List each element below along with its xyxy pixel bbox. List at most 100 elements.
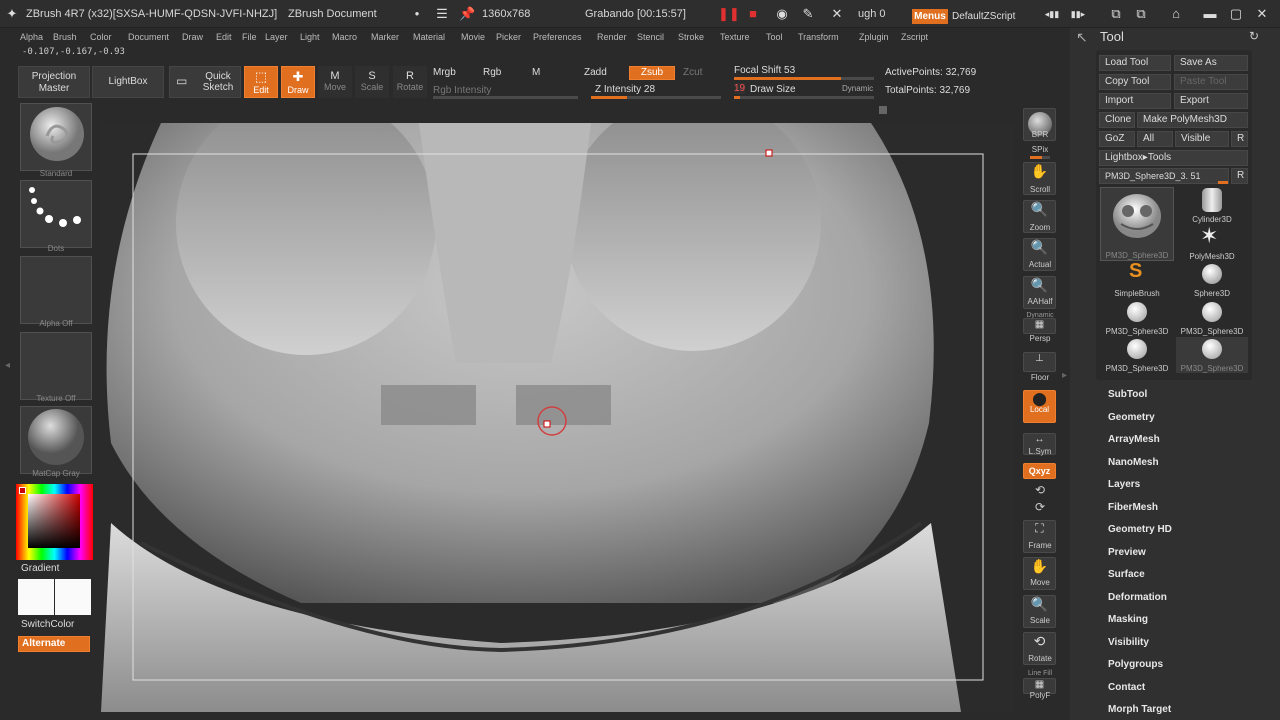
rotate-z-icon[interactable]: ⟳ (1020, 500, 1060, 514)
rotate-button[interactable]: R Rotate (393, 66, 427, 98)
menus-button[interactable]: Menus (912, 9, 948, 24)
close-icon[interactable]: ✕ (1254, 6, 1270, 22)
tool-thumb-pm3d-3[interactable]: PM3D_Sphere3D (1101, 337, 1173, 373)
menu-tool[interactable]: Tool (766, 32, 783, 42)
menu-stencil[interactable]: Stencil (637, 32, 664, 42)
menu-brush[interactable]: Brush (53, 32, 77, 42)
menu-transform[interactable]: Transform (798, 32, 839, 42)
alpha-thumb[interactable] (20, 256, 92, 324)
tool-thumb-polymesh[interactable]: ✶ PolyMesh3D (1176, 223, 1248, 261)
right-scroll-icon[interactable]: ▮▮▸ (1070, 6, 1086, 22)
pin-icon[interactable]: 📌 (459, 6, 475, 22)
layout-icon-1[interactable]: ⧉ (1108, 6, 1124, 22)
main-color-swatch[interactable] (18, 579, 54, 615)
section-polygroups[interactable]: Polygroups (1108, 659, 1163, 670)
rotate-y-icon[interactable]: ⟲ (1020, 483, 1060, 497)
rgb-button[interactable]: Rgb (483, 67, 501, 78)
menu-color[interactable]: Color (90, 32, 112, 42)
menu-layer[interactable]: Layer (265, 32, 288, 42)
section-masking[interactable]: Masking (1108, 614, 1148, 625)
left-collapse-icon[interactable]: ◂ (5, 360, 10, 371)
xyz-button[interactable]: Qxyz (1023, 463, 1056, 479)
layout-icon-2[interactable]: ⧉ (1133, 6, 1149, 22)
m-button[interactable]: M (532, 67, 540, 78)
menu-light[interactable]: Light (300, 32, 320, 42)
close-recording-icon[interactable]: ✕ (829, 6, 845, 22)
tool-thumb-pm3d-1[interactable]: PM3D_Sphere3D (1101, 300, 1173, 336)
minimize-icon[interactable]: ▬ (1202, 6, 1218, 22)
zcut-button[interactable]: Zcut (683, 67, 702, 78)
scroll-handle[interactable] (879, 106, 887, 114)
copy-tool-button[interactable]: Copy Tool (1099, 74, 1171, 90)
section-nanomesh[interactable]: NanoMesh (1108, 457, 1159, 468)
menu-edit[interactable]: Edit (216, 32, 232, 42)
camera-icon[interactable]: ◉ (774, 6, 790, 22)
spix-label[interactable]: SPix (1020, 145, 1060, 154)
alternate-button[interactable]: Alternate (18, 636, 90, 652)
menu-alpha[interactable]: Alpha (20, 32, 43, 42)
texture-thumb[interactable] (20, 332, 92, 400)
menu-texture[interactable]: Texture (720, 32, 750, 42)
local-button[interactable]: ⬤ Local (1023, 390, 1056, 423)
menu-macro[interactable]: Macro (332, 32, 357, 42)
tool-thumb-current[interactable]: PM3D_Sphere3D (1100, 187, 1174, 261)
document-canvas[interactable] (101, 123, 1014, 712)
section-contact[interactable]: Contact (1108, 682, 1145, 693)
menu-stroke[interactable]: Stroke (678, 32, 704, 42)
draw-button[interactable]: ✚ Draw (281, 66, 315, 98)
dynamic-button[interactable]: Dynamic (842, 84, 873, 93)
export-button[interactable]: Export (1174, 93, 1248, 109)
paste-tool-button[interactable]: Paste Tool (1174, 74, 1248, 90)
section-deformation[interactable]: Deformation (1108, 592, 1167, 603)
visible-button[interactable]: Visible (1175, 131, 1229, 147)
all-button[interactable]: All (1137, 131, 1173, 147)
switchcolor-button[interactable]: SwitchColor (21, 619, 74, 630)
goz-button[interactable]: GoZ (1099, 131, 1135, 147)
stop-icon[interactable]: ■ (745, 6, 761, 22)
section-geometry-hd[interactable]: Geometry HD (1108, 524, 1172, 535)
menu-file[interactable]: File (242, 32, 257, 42)
section-fibermesh[interactable]: FiberMesh (1108, 502, 1158, 513)
pen-icon[interactable]: ✎ (800, 6, 816, 22)
quick-sketch-button[interactable]: ▭ Quick Sketch (169, 66, 241, 98)
menu-draw[interactable]: Draw (182, 32, 203, 42)
brush-standard-thumb[interactable] (20, 103, 92, 171)
menu-marker[interactable]: Marker (371, 32, 399, 42)
load-tool-button[interactable]: Load Tool (1099, 55, 1171, 71)
lock-icon[interactable]: ⌂ (1168, 6, 1184, 22)
make-polymesh-button[interactable]: Make PolyMesh3D (1137, 112, 1248, 128)
menu-picker[interactable]: Picker (496, 32, 521, 42)
menu-movie[interactable]: Movie (461, 32, 485, 42)
persp-button[interactable]: ▦ (1023, 318, 1056, 334)
lightbox-tools-button[interactable]: Lightbox▸Tools (1099, 150, 1248, 166)
sculpt-viewport[interactable] (101, 123, 1014, 712)
pause-icon[interactable]: ❚❚ (718, 6, 740, 22)
secondary-color-swatch[interactable] (55, 579, 91, 615)
focal-shift-slider[interactable] (734, 77, 874, 80)
stroke-dots-thumb[interactable] (20, 180, 92, 248)
zadd-button[interactable]: Zadd (584, 67, 607, 78)
menu-material[interactable]: Material (413, 32, 445, 42)
maximize-icon[interactable]: ▢ (1228, 6, 1244, 22)
tool-thumb-sphere[interactable]: Sphere3D (1176, 262, 1248, 298)
gradient-label[interactable]: Gradient (21, 563, 59, 574)
tool-thumb-cylinder[interactable]: Cylinder3D (1176, 188, 1248, 224)
refresh-icon[interactable]: ↻ (1249, 29, 1259, 43)
clone-button[interactable]: Clone (1099, 112, 1135, 128)
menu-render[interactable]: Render (597, 32, 627, 42)
default-zscript-button[interactable]: DefaultZScript (952, 9, 1036, 24)
section-visibility[interactable]: Visibility (1108, 637, 1149, 648)
left-scroll-icon[interactable]: ◂▮▮ (1044, 6, 1060, 22)
tool-thumb-pm3d-4[interactable]: PM3D_Sphere3D (1176, 337, 1248, 373)
projection-master-button[interactable]: Projection Master (18, 66, 90, 98)
mrgb-button[interactable]: Mrgb (433, 67, 456, 78)
tool-thumb-pm3d-2[interactable]: PM3D_Sphere3D (1176, 300, 1248, 336)
menu-document[interactable]: Document (128, 32, 169, 42)
linefill-label[interactable]: Line Fill (1020, 670, 1060, 677)
section-morph-target[interactable]: Morph Target (1108, 704, 1171, 715)
lightbox-button[interactable]: LightBox (92, 66, 164, 98)
tool-panel-title[interactable]: Tool (1100, 29, 1124, 44)
r-button-2[interactable]: R (1231, 168, 1248, 184)
edit-button[interactable]: ⬚ Edit (244, 66, 278, 98)
zsub-button[interactable]: Zsub (629, 66, 675, 80)
